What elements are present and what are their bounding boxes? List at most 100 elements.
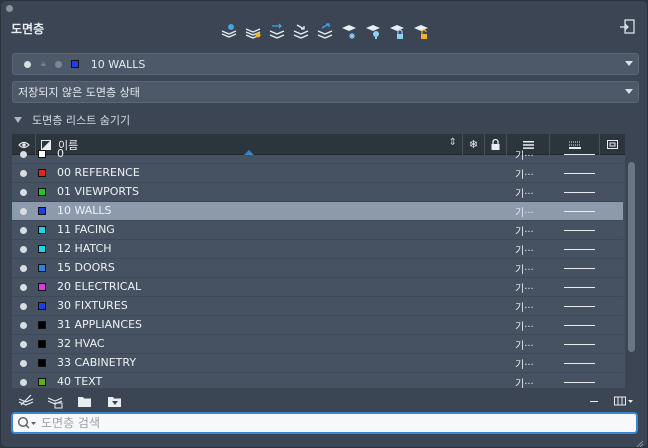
layer-lineweight[interactable] (564, 344, 595, 345)
layer-material[interactable]: 기··· (515, 166, 534, 181)
new-layer-icon[interactable] (219, 21, 239, 41)
layer-name: 10 WALLS (57, 204, 112, 217)
layer-row[interactable]: 40 TEXT 기··· (12, 373, 623, 388)
layer-on-icon[interactable] (20, 303, 27, 310)
layer-lineweight[interactable] (564, 173, 595, 174)
layer-name: 40 TEXT (57, 375, 103, 388)
layer-color-swatch[interactable] (38, 264, 46, 272)
layer-lineweight[interactable] (564, 325, 595, 326)
layer-color-swatch[interactable] (38, 150, 46, 158)
layer-lineweight[interactable] (564, 230, 595, 231)
layer-color-swatch[interactable] (38, 226, 46, 234)
layer-list: 이름 ⇕ ❄︎ 0 기··· 00 REFERENCE 기··· 01 VIEWPORT… (12, 134, 625, 388)
layer-material[interactable]: 기··· (515, 356, 534, 371)
freeze-icon[interactable] (339, 21, 359, 41)
layer-color-swatch[interactable] (38, 340, 46, 348)
layer-row[interactable]: 20 ELECTRICAL 기··· (12, 278, 623, 297)
layer-name: 33 CABINETRY (57, 356, 137, 369)
layer-lineweight[interactable] (564, 211, 595, 212)
folder-open-icon[interactable] (76, 392, 94, 410)
layer-row[interactable]: 30 FIXTURES 기··· (12, 297, 623, 316)
layer-on-icon[interactable] (20, 246, 27, 253)
lock-icon[interactable] (387, 21, 407, 41)
layer-on-icon[interactable] (20, 151, 27, 158)
layer-color-swatch[interactable] (38, 169, 46, 177)
layer-lineweight[interactable] (564, 154, 595, 155)
lock-icon: 🔒︎ (41, 59, 46, 69)
layer-on-icon[interactable] (20, 341, 27, 348)
layer-row[interactable]: 00 REFERENCE 기··· (12, 164, 623, 183)
lightbulb-icon[interactable] (363, 21, 383, 41)
layer-on-icon[interactable] (20, 265, 27, 272)
folder-filter-icon[interactable] (106, 392, 124, 410)
columns-menu-icon[interactable] (613, 392, 635, 410)
layer-lineweight[interactable] (564, 268, 595, 269)
resize-grip-icon[interactable] (635, 436, 644, 447)
layer-state-dropdown[interactable]: 저장되지 않은 도면층 상태 (12, 81, 639, 103)
layer-material[interactable]: 기··· (515, 280, 534, 295)
layer-on-icon[interactable] (20, 208, 27, 215)
layer-states-icon[interactable] (267, 21, 287, 41)
layer-row[interactable]: 33 CABINETRY 기··· (12, 354, 623, 373)
layer-row[interactable]: 12 HATCH 기··· (12, 240, 623, 259)
new-layer-vp-frozen-icon[interactable] (243, 21, 263, 41)
layer-color-swatch[interactable] (38, 378, 46, 386)
layer-on-icon[interactable] (20, 189, 27, 196)
layer-material[interactable]: 기··· (515, 337, 534, 352)
layer-lineweight[interactable] (564, 249, 595, 250)
layer-lineweight[interactable] (564, 287, 595, 288)
layer-material[interactable]: 기··· (515, 242, 534, 257)
layer-color-swatch[interactable] (38, 302, 46, 310)
layer-row[interactable]: 15 DOORS 기··· (12, 259, 623, 278)
freeze-icon (54, 60, 62, 68)
layer-search-box (11, 412, 638, 434)
layer-settings-icon[interactable] (46, 392, 64, 410)
search-icon[interactable] (17, 416, 37, 430)
close-window-button[interactable] (6, 5, 13, 12)
vertical-scrollbar[interactable] (628, 162, 635, 352)
layer-row[interactable]: 01 VIEWPORTS 기··· (12, 183, 623, 202)
layer-on-icon[interactable] (20, 379, 27, 386)
isolate-icon[interactable] (291, 21, 311, 41)
exit-icon[interactable] (619, 18, 637, 36)
layer-on-icon[interactable] (20, 284, 27, 291)
unisolate-icon[interactable] (315, 21, 335, 41)
layer-material[interactable]: 기··· (515, 375, 534, 388)
layer-list-toggle-label: 도면층 리스트 숨기기 (32, 114, 131, 127)
layer-material[interactable]: 기··· (515, 185, 534, 200)
layer-lineweight[interactable] (564, 363, 595, 364)
layer-color-swatch[interactable] (38, 321, 46, 329)
layer-material[interactable]: 기··· (515, 299, 534, 314)
layer-color-swatch[interactable] (38, 283, 46, 291)
layer-color-swatch[interactable] (38, 245, 46, 253)
layer-material[interactable]: 기··· (515, 318, 534, 333)
layer-row[interactable]: 10 WALLS 기··· (12, 202, 623, 221)
layer-on-icon[interactable] (20, 322, 27, 329)
layer-material[interactable]: 기··· (515, 261, 534, 276)
layer-material[interactable]: 기··· (515, 223, 534, 238)
layer-material[interactable]: 기··· (515, 147, 534, 162)
layer-lineweight[interactable] (564, 382, 595, 383)
layer-on-icon (24, 60, 31, 68)
layer-row[interactable]: 0 기··· (12, 145, 623, 164)
layer-on-icon[interactable] (20, 227, 27, 234)
layer-row[interactable]: 32 HVAC 기··· (12, 335, 623, 354)
layer-color-swatch[interactable] (38, 207, 46, 215)
layer-stack-icon[interactable] (17, 392, 35, 410)
layer-search-input[interactable] (41, 416, 601, 430)
layer-row[interactable]: 31 APPLIANCES 기··· (12, 316, 623, 335)
unlock-icon[interactable] (411, 21, 431, 41)
layer-color-swatch[interactable] (38, 359, 46, 367)
layer-row[interactable]: 11 FACING 기··· (12, 221, 623, 240)
layer-on-icon[interactable] (20, 170, 27, 177)
layer-lineweight[interactable] (564, 306, 595, 307)
layer-color-swatch[interactable] (38, 188, 46, 196)
minus-icon[interactable] (585, 392, 603, 410)
layer-on-icon[interactable] (20, 360, 27, 367)
layer-name: 00 REFERENCE (57, 166, 140, 179)
current-layer-dropdown[interactable]: 🔒︎ 10 WALLS (12, 53, 639, 75)
layer-lineweight[interactable] (564, 192, 595, 193)
layer-material[interactable]: 기··· (515, 204, 534, 219)
chevron-down-icon (625, 89, 633, 94)
layer-list-toggle[interactable]: 도면층 리스트 숨기기 (14, 112, 130, 128)
